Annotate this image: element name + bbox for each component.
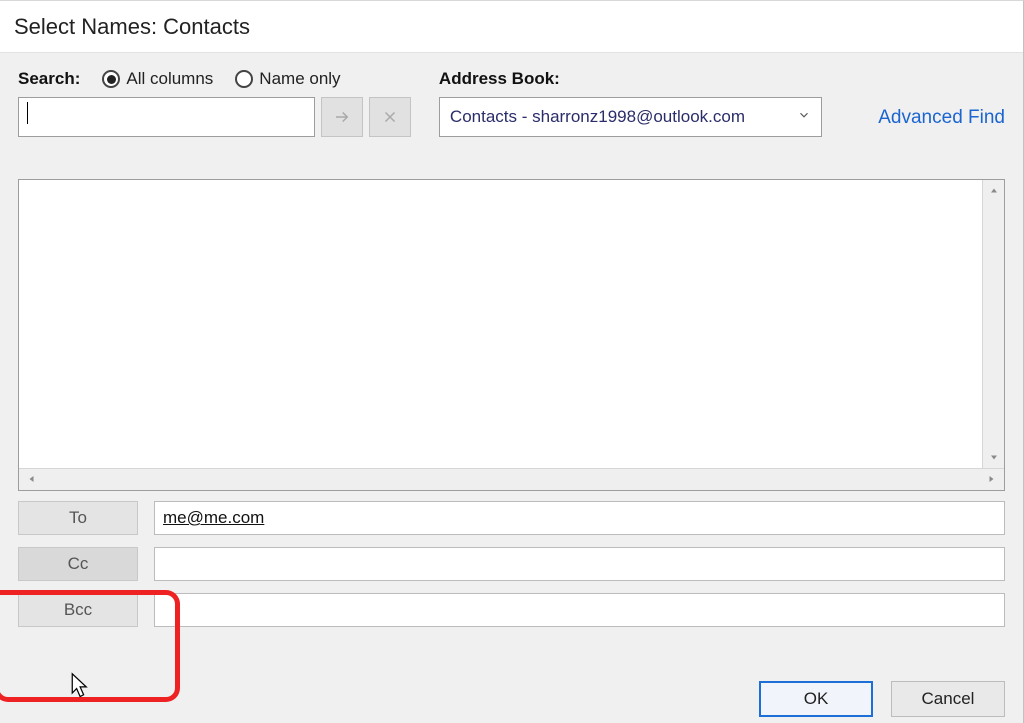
cc-field[interactable] xyxy=(154,547,1005,581)
radio-dot-icon xyxy=(235,70,253,88)
horizontal-scrollbar[interactable] xyxy=(19,468,1004,490)
to-button-label: To xyxy=(69,508,87,528)
radio-all-columns[interactable]: All columns xyxy=(102,69,213,89)
address-book-dropdown[interactable]: Contacts - sharronz1998@outlook.com xyxy=(439,97,822,137)
address-book-selected: Contacts - sharronz1998@outlook.com xyxy=(450,107,745,127)
cc-button-label: Cc xyxy=(68,554,89,574)
scroll-up-icon[interactable] xyxy=(983,180,1004,202)
to-field[interactable]: me@me.com xyxy=(154,501,1005,535)
contacts-list[interactable] xyxy=(18,179,1005,491)
bcc-button[interactable]: Bcc xyxy=(18,593,138,627)
select-names-dialog: Select Names: Contacts Search: All colum… xyxy=(0,0,1024,723)
address-book-label: Address Book: xyxy=(439,69,560,89)
close-icon xyxy=(381,108,399,126)
vertical-scrollbar[interactable] xyxy=(982,180,1004,468)
arrow-right-icon xyxy=(333,108,351,126)
search-input[interactable] xyxy=(18,97,315,137)
radio-dot-selected-icon xyxy=(102,70,120,88)
radio-name-only[interactable]: Name only xyxy=(235,69,340,89)
scroll-left-icon[interactable] xyxy=(19,470,45,490)
scroll-down-icon[interactable] xyxy=(983,446,1004,468)
dialog-title: Select Names: Contacts xyxy=(0,1,1023,53)
bcc-field[interactable] xyxy=(154,593,1005,627)
cancel-button[interactable]: Cancel xyxy=(891,681,1005,717)
clear-button[interactable] xyxy=(369,97,411,137)
cancel-button-label: Cancel xyxy=(922,689,975,709)
cc-button[interactable]: Cc xyxy=(18,547,138,581)
search-label: Search: xyxy=(18,69,80,89)
scroll-right-icon[interactable] xyxy=(978,470,1004,490)
ok-button[interactable]: OK xyxy=(759,681,873,717)
bcc-button-label: Bcc xyxy=(64,600,92,620)
chevron-down-icon xyxy=(797,107,811,127)
radio-all-columns-label: All columns xyxy=(126,69,213,89)
go-button[interactable] xyxy=(321,97,363,137)
ok-button-label: OK xyxy=(804,689,829,709)
to-button[interactable]: To xyxy=(18,501,138,535)
radio-name-only-label: Name only xyxy=(259,69,340,89)
advanced-find-link[interactable]: Advanced Find xyxy=(878,107,1005,137)
to-field-value: me@me.com xyxy=(163,508,264,528)
